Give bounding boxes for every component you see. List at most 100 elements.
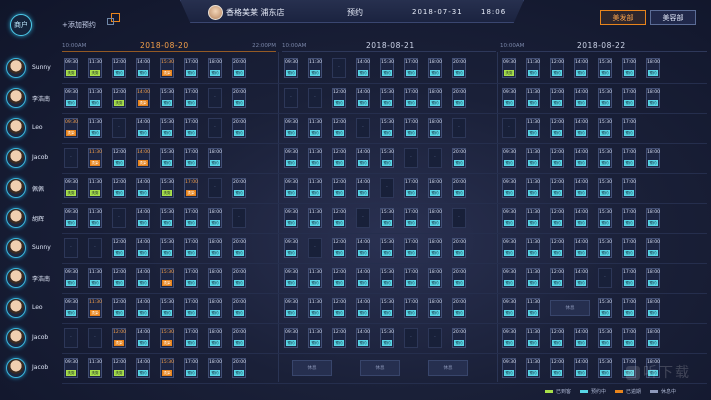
- time-slot[interactable]: 11:30 预约: [88, 208, 102, 228]
- time-slot[interactable]: 11:30 预约: [526, 88, 540, 108]
- time-slot[interactable]: 15:30 预约: [598, 58, 612, 78]
- time-slot[interactable]: 18:00 预约: [208, 298, 222, 318]
- time-slot[interactable]: 18:00 预约: [428, 238, 442, 258]
- time-slot[interactable]: 14:00 预约: [136, 328, 150, 348]
- time-slot[interactable]: 12:00 预约: [112, 58, 126, 78]
- time-slot[interactable]: 18:00 预约: [646, 328, 660, 348]
- time-slot[interactable]: 20:00 预约: [452, 88, 466, 108]
- time-slot[interactable]: 11:30 预约: [526, 328, 540, 348]
- day-date[interactable]: 2018-08-20: [140, 41, 189, 50]
- time-slot[interactable]: 20:00 预约: [232, 298, 246, 318]
- time-slot[interactable]: 11:30 预约: [526, 238, 540, 258]
- time-slot[interactable]: 20:00 预约: [232, 58, 246, 78]
- time-slot[interactable]: 09:30 预约: [64, 298, 78, 318]
- time-slot[interactable]: [452, 208, 466, 228]
- time-slot[interactable]: 15:30 预约: [598, 358, 612, 378]
- time-slot[interactable]: 15:30 预约: [160, 148, 174, 168]
- time-slot[interactable]: 18:00 预约: [208, 238, 222, 258]
- time-slot[interactable]: 11:30 预约: [526, 298, 540, 318]
- time-slot[interactable]: 20:00 预约: [232, 178, 246, 198]
- time-slot[interactable]: 17:00 预约: [404, 178, 418, 198]
- time-slot[interactable]: 14:00 预约: [574, 88, 588, 108]
- time-slot[interactable]: 18:00 预约: [208, 268, 222, 288]
- time-slot[interactable]: 14:00 预约: [136, 298, 150, 318]
- time-slot[interactable]: 11:30 预约: [526, 208, 540, 228]
- time-slot[interactable]: 17:00 预约: [184, 328, 198, 348]
- tab-beauty-department[interactable]: 美容部: [650, 10, 696, 25]
- layout-toggle-icon[interactable]: [107, 13, 120, 25]
- time-slot[interactable]: 11:30 预约: [308, 148, 322, 168]
- time-slot[interactable]: 20:00 预约: [232, 118, 246, 138]
- time-slot[interactable]: 17:00 预约: [184, 58, 198, 78]
- time-slot[interactable]: 09:30 预约: [64, 208, 78, 228]
- time-slot[interactable]: 18:00 预约: [428, 88, 442, 108]
- time-slot[interactable]: 12:00 洗剪: [112, 88, 126, 108]
- time-slot[interactable]: 11:30 预约: [308, 58, 322, 78]
- time-slot[interactable]: 15:30 预约: [598, 118, 612, 138]
- staff-row-header[interactable]: Sunny: [0, 234, 60, 264]
- time-slot[interactable]: 15:30 洗剪: [160, 178, 174, 198]
- time-slot[interactable]: 18:00 预约: [428, 58, 442, 78]
- time-slot[interactable]: 17:00 预约: [622, 88, 636, 108]
- staff-row-header[interactable]: Sunny: [0, 54, 60, 84]
- time-slot[interactable]: [404, 328, 418, 348]
- time-slot[interactable]: 20:00 预约: [452, 328, 466, 348]
- time-slot[interactable]: [428, 148, 442, 168]
- time-slot[interactable]: 11:30 洗剪: [88, 358, 102, 378]
- time-slot[interactable]: 15:30 预约: [598, 298, 612, 318]
- time-slot[interactable]: 18:00 预约: [646, 298, 660, 318]
- time-slot[interactable]: [88, 328, 102, 348]
- time-slot[interactable]: 12:00 预约: [550, 328, 564, 348]
- tab-hair-department[interactable]: 美发部: [600, 10, 646, 25]
- time-slot[interactable]: 20:00 预约: [452, 148, 466, 168]
- time-slot[interactable]: 14:00 预约: [356, 148, 370, 168]
- time-slot[interactable]: 17:00 预约: [622, 328, 636, 348]
- time-slot[interactable]: [208, 88, 222, 108]
- time-slot[interactable]: [232, 208, 246, 228]
- time-slot[interactable]: 20:00 预约: [232, 358, 246, 378]
- time-slot[interactable]: 15:30 预约: [380, 118, 394, 138]
- time-slot[interactable]: 17:00 预约: [404, 238, 418, 258]
- time-slot[interactable]: 18:00 预约: [208, 358, 222, 378]
- time-slot[interactable]: 17:00 预约: [622, 58, 636, 78]
- day-date[interactable]: 2018-08-22: [577, 41, 626, 50]
- time-slot[interactable]: [208, 118, 222, 138]
- time-slot[interactable]: [452, 118, 466, 138]
- time-slot[interactable]: 11:30 预约: [308, 298, 322, 318]
- time-slot[interactable]: 18:00 预约: [208, 328, 222, 348]
- time-slot[interactable]: 14:00 预约: [136, 358, 150, 378]
- time-slot[interactable]: 12:00 预约: [332, 88, 346, 108]
- time-slot[interactable]: 14:00 预约: [574, 208, 588, 228]
- time-slot[interactable]: [64, 148, 78, 168]
- time-slot[interactable]: 17:00 预约: [404, 88, 418, 108]
- time-slot[interactable]: 09:30 预约: [502, 268, 516, 288]
- time-slot[interactable]: 12:00 烫染: [112, 328, 126, 348]
- time-slot[interactable]: 14:00 预约: [574, 118, 588, 138]
- time-slot[interactable]: 09:30 预约: [502, 238, 516, 258]
- time-slot[interactable]: [208, 178, 222, 198]
- time-slot[interactable]: 14:00 预约: [136, 118, 150, 138]
- time-slot[interactable]: 12:00 预约: [332, 298, 346, 318]
- time-slot[interactable]: 14:00 预约: [574, 328, 588, 348]
- time-slot[interactable]: 18:00 预约: [428, 268, 442, 288]
- time-slot[interactable]: 09:30 预约: [64, 268, 78, 288]
- time-slot[interactable]: 18:00 预约: [428, 298, 442, 318]
- time-slot[interactable]: 18:00 预约: [428, 178, 442, 198]
- time-slot[interactable]: 15:30 预约: [380, 328, 394, 348]
- time-slot[interactable]: 09:30 洗剪: [64, 58, 78, 78]
- time-slot[interactable]: 15:30 预约: [160, 238, 174, 258]
- time-slot[interactable]: 20:00 预约: [452, 298, 466, 318]
- time-slot[interactable]: 14:00 预约: [136, 238, 150, 258]
- time-slot[interactable]: 12:00 预约: [112, 298, 126, 318]
- time-slot[interactable]: 20:00 预约: [452, 178, 466, 198]
- time-slot[interactable]: 17:00 烫染: [184, 178, 198, 198]
- staff-row-header[interactable]: 胡辉: [0, 204, 60, 234]
- time-slot[interactable]: 20:00 预约: [232, 328, 246, 348]
- time-slot[interactable]: 17:00 预约: [184, 148, 198, 168]
- time-slot[interactable]: 09:30 预约: [502, 178, 516, 198]
- time-slot[interactable]: 09:30 烫染: [64, 118, 78, 138]
- time-slot[interactable]: 17:00 预约: [622, 268, 636, 288]
- time-slot[interactable]: [64, 328, 78, 348]
- time-slot[interactable]: 17:00 预约: [622, 208, 636, 228]
- staff-row-header[interactable]: Jacob: [0, 354, 60, 384]
